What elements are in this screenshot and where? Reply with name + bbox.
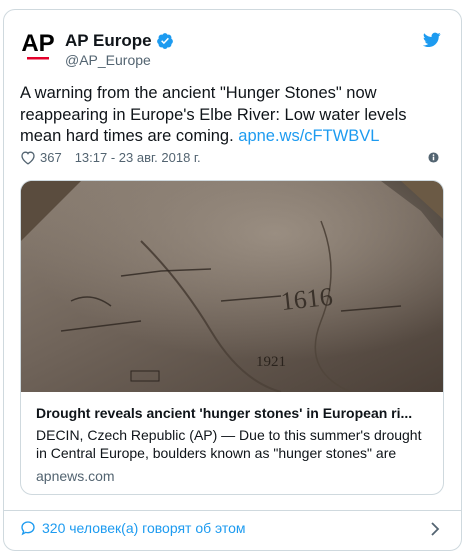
link-preview-card[interactable]: 1616 1921 Drought reveals ancient 'hunge… <box>20 180 444 495</box>
like-count[interactable]: 367 <box>40 150 62 165</box>
avatar[interactable]: AP <box>18 24 58 64</box>
twitter-bird-icon[interactable] <box>423 32 441 48</box>
tweet-link[interactable]: apne.ws/cFTWBVL <box>238 127 379 145</box>
conversation-link[interactable]: 320 человек(а) говорят об этом <box>20 520 246 536</box>
info-icon[interactable] <box>428 152 439 163</box>
tweet-meta: 367 13:17 - 23 авг. 2018 г. <box>20 150 201 165</box>
verified-badge-icon <box>156 33 173 49</box>
timestamp[interactable]: 13:17 - 23 авг. 2018 г. <box>75 150 201 165</box>
tweet-text: A warning from the ancient "Hunger Stone… <box>20 83 450 148</box>
carving-year-1: 1616 <box>279 282 334 316</box>
reply-bubble-icon <box>21 521 35 536</box>
author-handle[interactable]: @AP_Europe <box>65 52 151 68</box>
card-domain: apnews.com <box>36 468 115 484</box>
carving-year-2: 1921 <box>256 354 286 370</box>
card-title[interactable]: Drought reveals ancient 'hunger stones' … <box>36 405 431 421</box>
conversation-label[interactable]: 320 человек(а) говорят об этом <box>42 520 246 536</box>
heart-icon[interactable] <box>20 150 36 165</box>
card-description: DECIN, Czech Republic (AP) — Due to this… <box>36 427 422 461</box>
avatar-logo-text: AP <box>21 30 54 57</box>
author-name-text[interactable]: AP Europe <box>65 31 152 51</box>
footer-divider <box>4 510 461 511</box>
hunger-stone-photo[interactable]: 1616 1921 <box>21 181 444 392</box>
chevron-right-icon[interactable] <box>430 522 440 536</box>
author-name[interactable]: AP Europe <box>65 31 174 51</box>
